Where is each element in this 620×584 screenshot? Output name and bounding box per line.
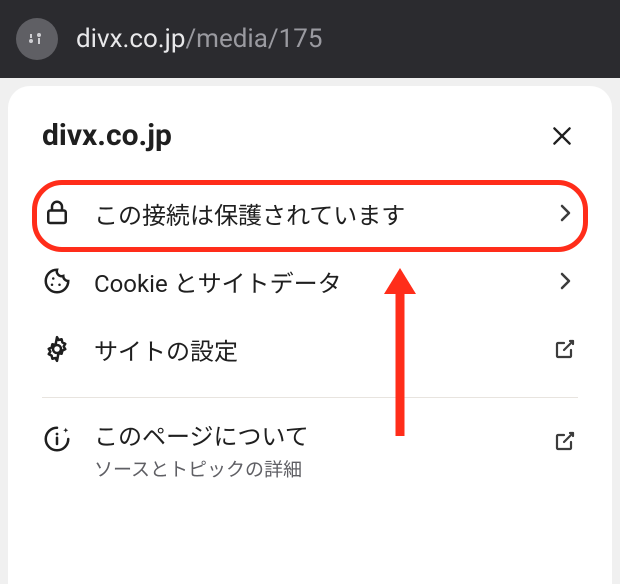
site-info-panel: divx.co.jp この接続は保護されています — [8, 86, 612, 584]
cookie-icon — [42, 266, 72, 296]
info-sparkle-icon — [42, 424, 72, 454]
about-page-row[interactable]: このページについて ソースとトピックの詳細 — [8, 408, 612, 482]
url-path: /media/175 — [185, 24, 322, 54]
lock-icon — [42, 198, 72, 228]
url-display[interactable]: divx.co.jp/media/175 — [76, 24, 322, 54]
cookies-label: Cookie とサイトデータ — [94, 264, 552, 299]
close-button[interactable] — [546, 120, 578, 152]
browser-address-bar: divx.co.jp/media/175 — [0, 0, 620, 78]
site-settings-row[interactable]: サイトの設定 — [8, 315, 612, 383]
url-host: divx.co.jp — [76, 24, 185, 54]
cookies-row[interactable]: Cookie とサイトデータ — [8, 247, 612, 315]
gear-icon — [42, 334, 72, 364]
panel-title: divx.co.jp — [42, 118, 172, 153]
external-link-icon — [552, 336, 578, 362]
about-subtitle: ソースとトピックの詳細 — [94, 455, 552, 482]
connection-label: この接続は保護されています — [94, 196, 552, 231]
close-icon — [549, 123, 575, 149]
panel-header: divx.co.jp — [8, 118, 612, 179]
connection-row[interactable]: この接続は保護されています — [8, 179, 612, 247]
divider — [42, 397, 578, 398]
site-settings-label: サイトの設定 — [94, 332, 552, 367]
external-link-icon — [552, 428, 578, 454]
chevron-right-icon — [552, 268, 578, 294]
about-text-block: このページについて ソースとトピックの詳細 — [94, 422, 552, 482]
site-controls-icon[interactable] — [16, 18, 58, 60]
about-title: このページについて — [94, 422, 552, 453]
chevron-right-icon — [552, 200, 578, 226]
